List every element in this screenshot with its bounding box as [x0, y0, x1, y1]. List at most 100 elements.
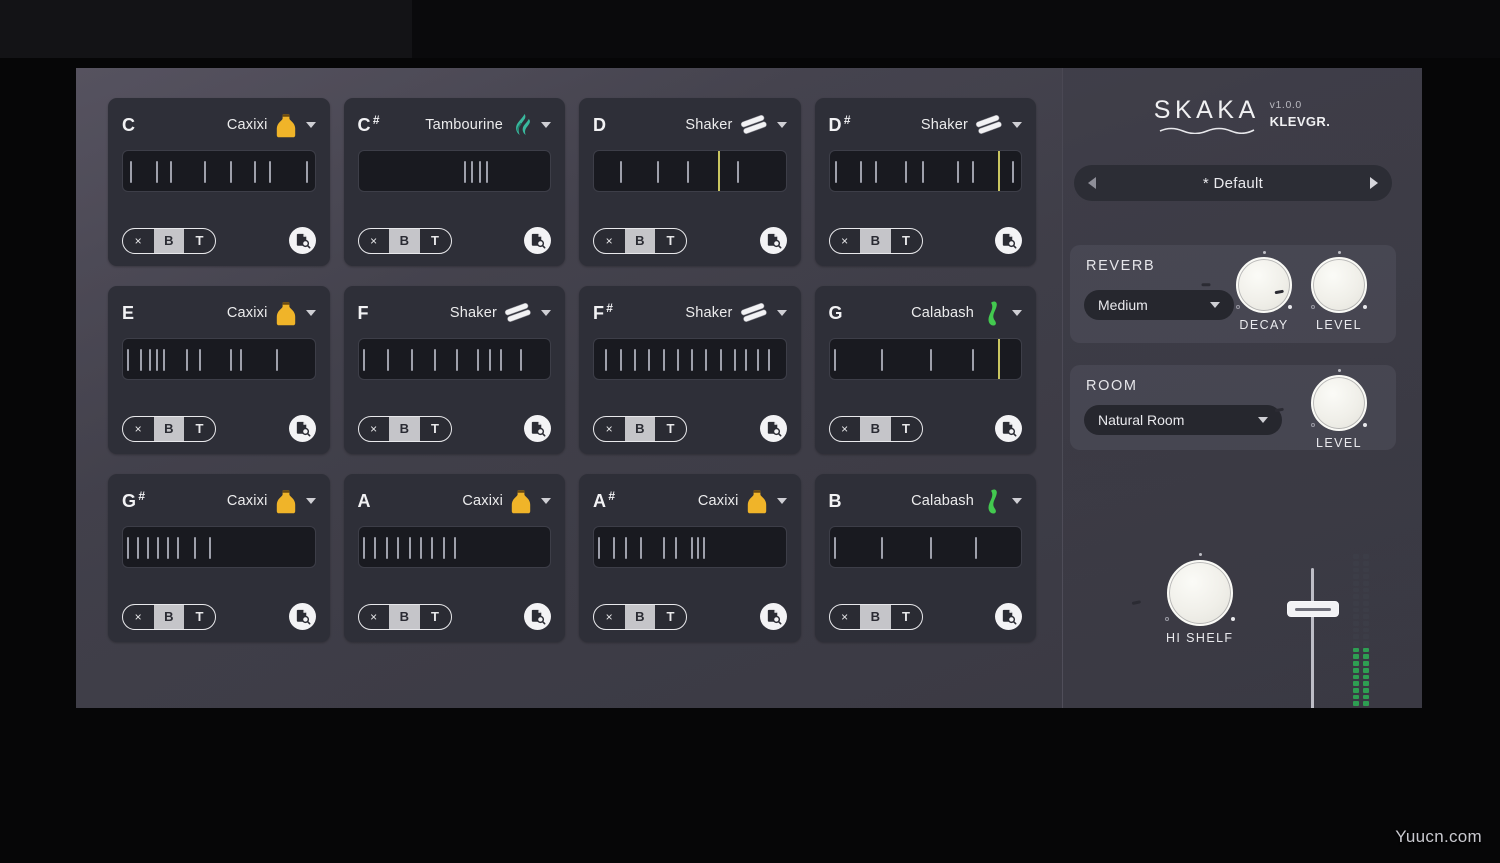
instrument-selector[interactable]: Caxixi: [227, 300, 316, 326]
room-level-knob[interactable]: LEVEL: [1274, 369, 1367, 450]
mode-b-button[interactable]: B: [860, 604, 891, 629]
mode-toggle-group[interactable]: × B T: [593, 227, 687, 254]
mode-t-button[interactable]: T: [891, 417, 922, 441]
output-fader-track[interactable]: [1311, 568, 1314, 708]
instrument-selector[interactable]: Calabash: [911, 300, 1022, 326]
mode-b-button[interactable]: B: [860, 228, 891, 253]
pad-Dsharp[interactable]: D # Shaker × B T: [814, 98, 1036, 266]
triangle-left-icon[interactable]: [1088, 177, 1096, 189]
mode-toggle-group[interactable]: × B T: [357, 603, 452, 630]
browse-sample-button[interactable]: [288, 415, 316, 442]
mode-off-button[interactable]: ×: [830, 605, 861, 629]
chevron-down-icon[interactable]: [305, 310, 316, 316]
mode-off-button[interactable]: ×: [359, 229, 390, 253]
mode-b-button[interactable]: B: [624, 416, 656, 441]
pad-G[interactable]: G Calabash × B T: [814, 286, 1036, 454]
output-fader-handle[interactable]: [1287, 601, 1339, 618]
pad-Csharp[interactable]: C # Tambourine × B T: [343, 98, 565, 266]
instrument-selector[interactable]: Calabash: [911, 488, 1022, 514]
pad-Gsharp[interactable]: G # Caxixi × B T: [108, 474, 330, 642]
knob-dial[interactable]: [1201, 251, 1292, 313]
pattern-display[interactable]: [828, 526, 1022, 568]
preset-name[interactable]: * Default: [1096, 175, 1370, 192]
mode-off-button[interactable]: ×: [594, 417, 625, 441]
chevron-down-icon[interactable]: [1012, 310, 1022, 316]
instrument-selector[interactable]: Shaker: [921, 115, 1022, 135]
pattern-display[interactable]: [122, 526, 316, 568]
instrument-selector[interactable]: Caxixi: [227, 112, 316, 138]
mode-b-button[interactable]: B: [624, 228, 656, 253]
room-type-dropdown[interactable]: Natural Room: [1084, 405, 1282, 435]
mode-toggle-group[interactable]: × B T: [357, 227, 452, 254]
pattern-display[interactable]: [357, 526, 551, 568]
pattern-display[interactable]: [593, 150, 787, 192]
pad-Fsharp[interactable]: F # Shaker × B T: [579, 286, 801, 454]
mode-off-button[interactable]: ×: [359, 605, 390, 629]
browse-sample-button[interactable]: [759, 603, 787, 630]
mode-off-button[interactable]: ×: [123, 229, 154, 253]
instrument-selector[interactable]: Caxixi: [698, 488, 787, 514]
mode-toggle-group[interactable]: × B T: [828, 415, 923, 442]
mode-t-button[interactable]: T: [184, 229, 215, 253]
mode-off-button[interactable]: ×: [594, 605, 625, 629]
knob-dial[interactable]: [1274, 369, 1367, 431]
browse-sample-button[interactable]: [288, 227, 316, 254]
mode-t-button[interactable]: T: [184, 417, 215, 441]
instrument-selector[interactable]: Caxixi: [462, 488, 551, 514]
chevron-down-icon[interactable]: [541, 122, 551, 128]
reverb-level-knob[interactable]: LEVEL: [1274, 251, 1367, 332]
mode-b-button[interactable]: B: [153, 228, 185, 253]
triangle-right-icon[interactable]: [1370, 177, 1378, 189]
mode-b-button[interactable]: B: [624, 604, 656, 629]
mode-t-button[interactable]: T: [891, 229, 922, 253]
mode-off-button[interactable]: ×: [830, 417, 861, 441]
pad-A[interactable]: A Caxixi × B T: [343, 474, 565, 642]
pad-F[interactable]: F Shaker × B T: [343, 286, 565, 454]
mode-t-button[interactable]: T: [655, 229, 686, 253]
mode-toggle-group[interactable]: × B T: [122, 227, 216, 254]
mode-off-button[interactable]: ×: [359, 417, 390, 441]
chevron-down-icon[interactable]: [305, 122, 316, 128]
mode-b-button[interactable]: B: [389, 604, 420, 629]
mode-toggle-group[interactable]: × B T: [828, 603, 923, 630]
browse-sample-button[interactable]: [995, 415, 1022, 442]
mode-t-button[interactable]: T: [891, 605, 922, 629]
browse-sample-button[interactable]: [995, 227, 1022, 254]
instrument-selector[interactable]: Tambourine: [425, 112, 551, 138]
mode-toggle-group[interactable]: × B T: [593, 603, 687, 630]
pattern-display[interactable]: [357, 150, 551, 192]
browse-sample-button[interactable]: [288, 603, 316, 630]
pad-E[interactable]: E Caxixi × B T: [108, 286, 330, 454]
pattern-display[interactable]: [593, 338, 787, 380]
mode-toggle-group[interactable]: × B T: [122, 603, 216, 630]
mode-b-button[interactable]: B: [860, 416, 891, 441]
pad-Asharp[interactable]: A # Caxixi × B T: [579, 474, 801, 642]
mode-b-button[interactable]: B: [389, 416, 420, 441]
mode-b-button[interactable]: B: [153, 416, 185, 441]
browse-sample-button[interactable]: [759, 415, 787, 442]
chevron-down-icon[interactable]: [1012, 498, 1022, 504]
instrument-selector[interactable]: Shaker: [450, 303, 551, 323]
pattern-display[interactable]: [122, 338, 316, 380]
mode-b-button[interactable]: B: [153, 604, 185, 629]
mode-t-button[interactable]: T: [420, 229, 451, 253]
mode-off-button[interactable]: ×: [830, 229, 861, 253]
mode-off-button[interactable]: ×: [123, 605, 154, 629]
chevron-down-icon[interactable]: [776, 498, 787, 504]
pad-C[interactable]: C Caxixi × B T: [108, 98, 330, 266]
mode-toggle-group[interactable]: × B T: [357, 415, 452, 442]
mode-t-button[interactable]: T: [420, 417, 451, 441]
pattern-display[interactable]: [828, 338, 1022, 380]
browse-sample-button[interactable]: [524, 227, 551, 254]
mode-t-button[interactable]: T: [655, 417, 686, 441]
instrument-selector[interactable]: Caxixi: [227, 488, 316, 514]
mode-t-button[interactable]: T: [420, 605, 451, 629]
mode-off-button[interactable]: ×: [123, 417, 154, 441]
pattern-display[interactable]: [828, 150, 1022, 192]
chevron-down-icon[interactable]: [541, 498, 551, 504]
hi-shelf-knob[interactable]: HI SHELF: [1132, 553, 1235, 645]
chevron-down-icon[interactable]: [541, 310, 551, 316]
pad-B[interactable]: B Calabash × B T: [814, 474, 1036, 642]
knob-dial[interactable]: [1132, 553, 1235, 626]
mode-toggle-group[interactable]: × B T: [828, 227, 923, 254]
